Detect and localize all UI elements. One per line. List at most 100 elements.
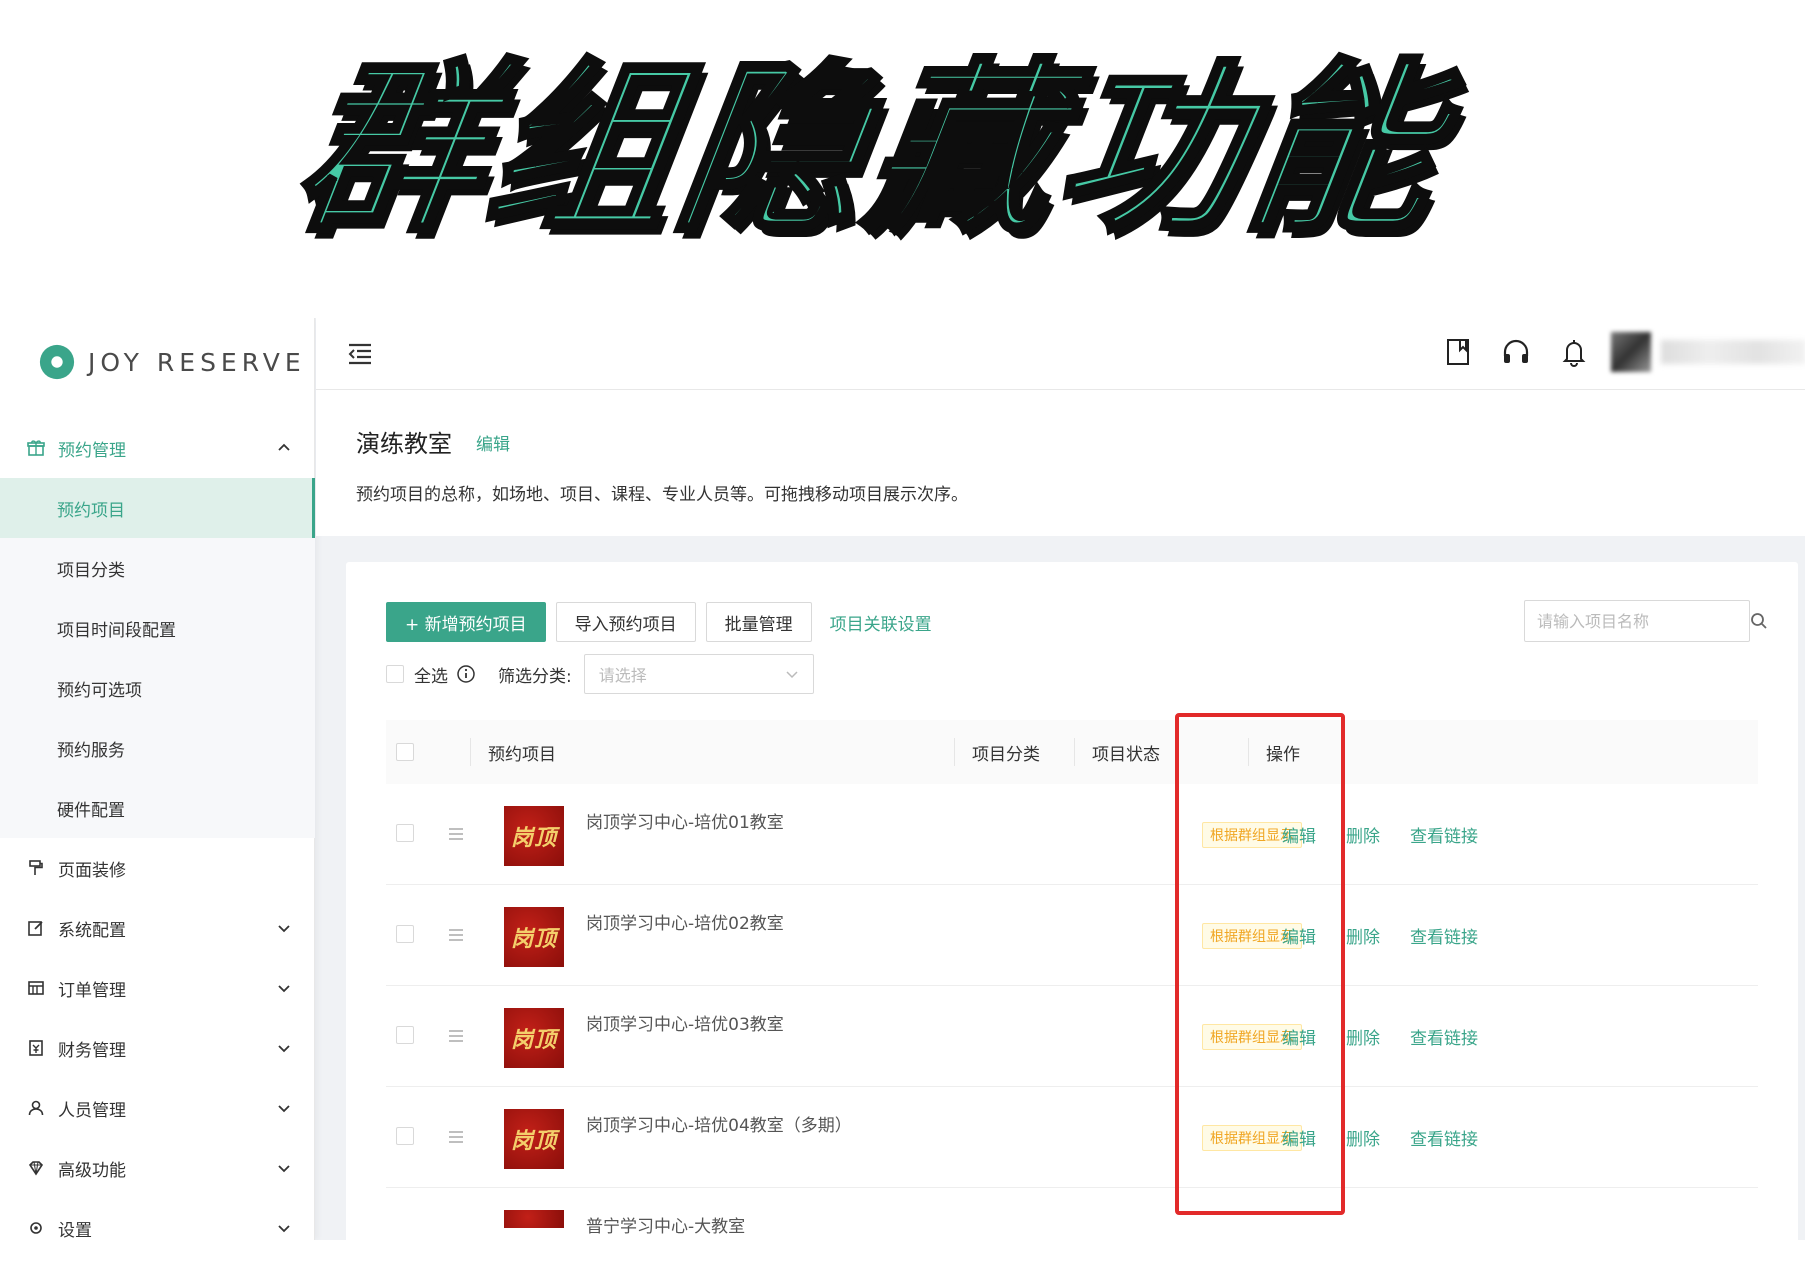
filter-row: 全选 筛选分类: 请选择	[386, 654, 814, 694]
category-filter-label: 筛选分类:	[498, 666, 572, 687]
col-header-actions: 操作	[1266, 744, 1300, 765]
headset-icon[interactable]	[1500, 336, 1532, 368]
table-row: 岗顶 岗顶学习中心-培优04教室（多期） 根据群组显示 编辑 删除 查看链接	[386, 1087, 1758, 1188]
add-item-button[interactable]: + 新增预约项目	[386, 602, 546, 642]
items-card: + 新增预约项目 导入预约项目 批量管理 项目关联设置 全选 筛选分类: 请选择	[346, 562, 1798, 1240]
select-all-label: 全选	[414, 666, 448, 687]
book-icon[interactable]	[1442, 336, 1474, 368]
sidebar-group-settings[interactable]: 设置	[0, 1198, 315, 1240]
brand-name: JOY RESERVE	[88, 347, 306, 377]
drag-handle-icon[interactable]	[446, 1026, 466, 1046]
drag-handle-icon[interactable]	[446, 824, 466, 844]
paint-roller-icon	[26, 858, 46, 878]
sidebar-group-staff[interactable]: 人员管理	[0, 1078, 315, 1138]
edit-link[interactable]: 编辑	[1282, 1024, 1316, 1049]
sidebar-group-label: 订单管理	[58, 980, 126, 1001]
table-header: 预约项目 项目分类 项目状态 操作	[386, 720, 1758, 784]
sidebar-item-item-category[interactable]: 项目分类	[0, 538, 315, 598]
item-name: 普宁学习中心-大教室	[586, 1217, 746, 1237]
sidebar-group-advanced[interactable]: 高级功能	[0, 1138, 315, 1198]
item-thumbnail: 岗顶	[504, 907, 564, 967]
joy-reserve-logo-icon	[39, 344, 75, 380]
sidebar-item-booking-items[interactable]: 预约项目	[0, 478, 315, 538]
search-icon	[1751, 613, 1767, 629]
avatar[interactable]	[1611, 332, 1651, 372]
bell-icon[interactable]	[1558, 336, 1590, 368]
chevron-down-icon	[278, 985, 290, 993]
chevron-down-icon	[278, 1105, 290, 1113]
chevron-down-icon	[278, 1165, 290, 1173]
sidebar-item-label: 预约服务	[57, 740, 125, 761]
menu-collapse-icon[interactable]	[346, 340, 374, 368]
select-all-checkbox[interactable]	[386, 665, 404, 683]
view-link-link[interactable]: 查看链接	[1410, 923, 1478, 948]
view-link-link[interactable]: 查看链接	[1410, 1125, 1478, 1150]
delete-link[interactable]: 删除	[1346, 822, 1380, 847]
col-header-status: 项目状态	[1092, 744, 1160, 765]
brand-logo[interactable]: JOY RESERVE	[38, 332, 306, 392]
toolbar: + 新增预约项目 导入预约项目 批量管理 项目关联设置	[386, 602, 940, 642]
thumbnail-text: 岗顶	[510, 1028, 557, 1053]
sidebar-item-booking-services[interactable]: 预约服务	[0, 718, 315, 778]
edit-title-link[interactable]: 编辑	[476, 430, 510, 455]
row-checkbox[interactable]	[396, 824, 414, 842]
row-checkbox[interactable]	[396, 925, 414, 943]
sidebar-item-hardware[interactable]: 硬件配置	[0, 778, 315, 838]
drag-handle-icon[interactable]	[446, 1127, 466, 1147]
row-checkbox[interactable]	[396, 1026, 414, 1044]
chevron-down-icon	[278, 1225, 290, 1233]
edit-link[interactable]: 编辑	[1282, 1125, 1316, 1150]
chevron-down-icon	[786, 671, 798, 679]
import-items-button[interactable]: 导入预约项目	[555, 602, 696, 642]
drag-handle-icon[interactable]	[446, 925, 466, 945]
search-button[interactable]	[1749, 601, 1768, 641]
col-header-category: 项目分类	[972, 744, 1040, 765]
sidebar-item-booking-options[interactable]: 预约可选项	[0, 658, 315, 718]
info-icon[interactable]	[456, 664, 476, 684]
edit-link[interactable]: 编辑	[1282, 822, 1316, 847]
delete-link[interactable]: 删除	[1346, 1024, 1380, 1049]
header-checkbox[interactable]	[396, 743, 414, 761]
thumbnail-text: 岗顶	[510, 826, 557, 851]
table-row: 岗顶 岗顶学习中心-培优02教室 根据群组显示 编辑 删除 查看链接	[386, 885, 1758, 986]
sidebar-item-label: 项目时间段配置	[57, 620, 176, 641]
sidebar-group-label: 人员管理	[58, 1100, 126, 1121]
settings-icon	[26, 1218, 46, 1238]
sidebar-group-system-config[interactable]: 系统配置	[0, 898, 315, 958]
sidebar-group-finance[interactable]: 财务管理	[0, 1018, 315, 1078]
category-select[interactable]: 请选择	[583, 654, 814, 694]
sidebar-item-label: 硬件配置	[57, 800, 125, 821]
sidebar-group-booking[interactable]: 预约管理	[0, 418, 315, 478]
edit-icon	[26, 918, 46, 938]
app-window: JOY RESERVE 预约管理 预约项目 项目分类 项目时间段配置 预约可选项…	[0, 318, 1805, 1240]
items-table: 预约项目 项目分类 项目状态 操作 岗顶 岗顶学习中心-培优01教室 根据群组显…	[386, 720, 1758, 1240]
sidebar-group-page-decoration[interactable]: 页面装修	[0, 838, 315, 898]
gift-icon	[26, 438, 46, 458]
thumbnail-text: 岗顶	[510, 1129, 557, 1154]
sidebar-item-label: 项目分类	[57, 560, 125, 581]
delete-link[interactable]: 删除	[1346, 923, 1380, 948]
delete-link[interactable]: 删除	[1346, 1125, 1380, 1150]
item-name: 岗顶学习中心-培优03教室	[586, 1015, 784, 1035]
view-link-link[interactable]: 查看链接	[1410, 1024, 1478, 1049]
item-name: 岗顶学习中心-培优01教室	[586, 813, 784, 833]
table-icon	[26, 978, 46, 998]
sidebar-item-time-slots[interactable]: 项目时间段配置	[0, 598, 315, 658]
sidebar-group-label: 设置	[58, 1220, 92, 1241]
user-name-blurred[interactable]	[1661, 340, 1805, 364]
edit-link[interactable]: 编辑	[1282, 923, 1316, 948]
batch-manage-button[interactable]: 批量管理	[705, 602, 812, 642]
finance-icon	[26, 1038, 46, 1058]
item-thumbnail	[504, 1210, 564, 1228]
sidebar-group-orders[interactable]: 订单管理	[0, 958, 315, 1018]
col-header-item: 预约项目	[488, 744, 556, 765]
diamond-icon	[26, 1158, 46, 1178]
link-settings-button[interactable]: 项目关联设置	[822, 602, 940, 642]
search-input[interactable]	[1525, 601, 1749, 641]
row-checkbox[interactable]	[396, 1127, 414, 1145]
search-box	[1524, 600, 1767, 642]
view-link-link[interactable]: 查看链接	[1410, 822, 1478, 847]
sidebar-item-label: 预约项目	[57, 500, 125, 521]
sidebar-group-label: 页面装修	[58, 860, 126, 881]
submenu-booking: 预约项目 项目分类 项目时间段配置 预约可选项 预约服务 硬件配置	[0, 478, 315, 838]
